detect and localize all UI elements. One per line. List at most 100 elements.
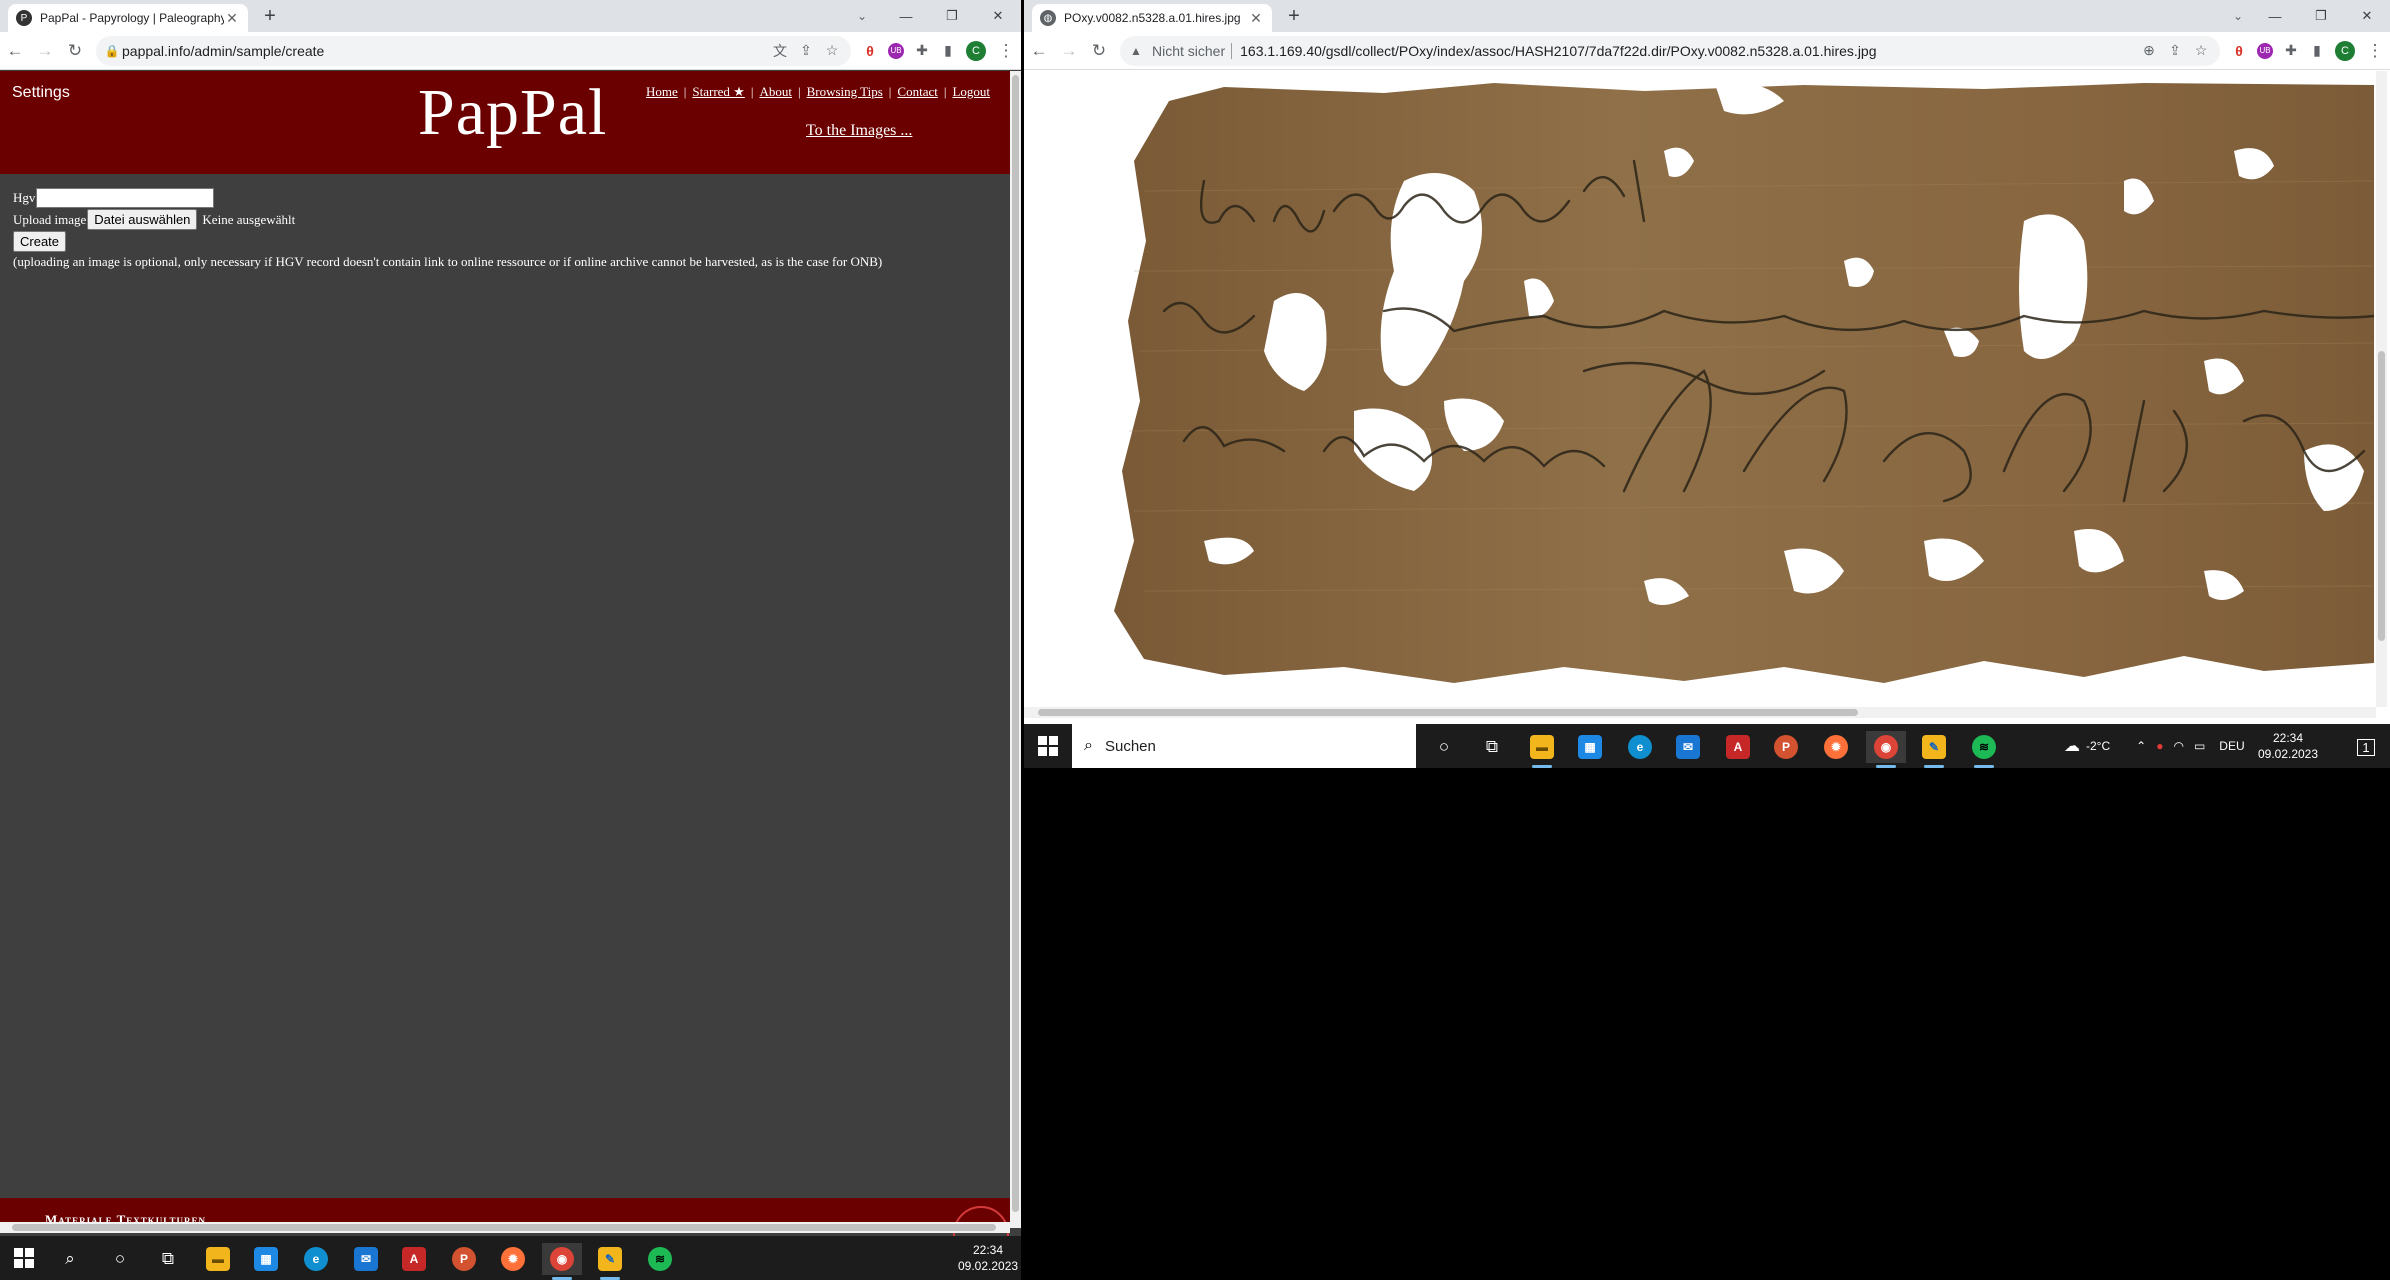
nav-starred[interactable]: Starred ★	[692, 84, 744, 99]
not-secure-label[interactable]: Nicht sicher	[1152, 43, 1225, 59]
nav-home[interactable]: Home	[646, 84, 678, 99]
vertical-scrollbar-thumb[interactable]	[1012, 75, 1019, 1212]
tab-search-right-chevron-icon[interactable]: ⌄	[2228, 6, 2248, 26]
notifications-icon[interactable]: 1	[2346, 731, 2386, 763]
nav-browsing-tips[interactable]: Browsing Tips	[807, 84, 883, 99]
weather-temp[interactable]: -2°C	[2086, 739, 2110, 753]
task-view-icon[interactable]: ⧉	[148, 1243, 188, 1275]
minimize-right-button[interactable]: —	[2252, 0, 2298, 32]
wifi-icon[interactable]: ◠	[2173, 739, 2183, 753]
profile-avatar-right[interactable]: C	[2335, 40, 2355, 61]
chrome-right-icon[interactable]: ◉	[1866, 731, 1906, 768]
start-windows-icon[interactable]	[14, 1248, 34, 1268]
task-view-right-icon[interactable]: ⧉	[1472, 731, 1512, 763]
spotify-icon[interactable]: ≋	[640, 1243, 680, 1275]
clock-left[interactable]: 22:34 09.02.2023	[958, 1242, 1018, 1274]
new-tab-button[interactable]: +	[258, 5, 282, 29]
tab-pappal[interactable]: P PapPal - Papyrology | Paleography ✕	[8, 4, 248, 32]
choose-file-button[interactable]: Datei auswählen	[87, 209, 198, 230]
reload-button[interactable]: ↻	[60, 36, 90, 66]
search-icon[interactable]: ⌕	[50, 1243, 90, 1275]
mail-icon[interactable]: ✉	[346, 1243, 386, 1275]
forward-right-button[interactable]: →	[1054, 36, 1084, 66]
restore-button[interactable]: ❐	[929, 0, 975, 32]
language-indicator[interactable]: DEU	[2219, 739, 2244, 753]
cortana-circle-icon[interactable]: ○	[100, 1243, 140, 1275]
tab-search-chevron-icon[interactable]: ⌄	[852, 6, 872, 26]
clock-right[interactable]: 22:34 09.02.2023	[2250, 730, 2326, 762]
firefox-icon[interactable]: ✹	[493, 1243, 533, 1275]
extension-purple-right-icon[interactable]: UB	[2252, 36, 2278, 66]
address-bar-right[interactable]: ▲ Nicht sicher 163.1.169.40/gsdl/collect…	[1120, 35, 2220, 66]
address-bar[interactable]: 🔒 pappal.info/admin/sample/create 文 ⇪ ☆	[96, 35, 851, 66]
restore-right-button[interactable]: ❐	[2298, 0, 2344, 32]
extension-purple-icon[interactable]: UB	[883, 36, 909, 66]
extensions-puzzle-right-icon[interactable]: ✚	[2278, 36, 2304, 66]
spotify-right-icon[interactable]: ≋	[1964, 731, 2004, 768]
file-explorer-icon[interactable]: ▬	[198, 1243, 238, 1275]
horizontal-scrollbar-thumb[interactable]	[12, 1224, 996, 1231]
extension-red-icon[interactable]: θ	[857, 36, 883, 66]
zoom-icon[interactable]: ⊕	[2136, 42, 2162, 59]
firefox-right-icon[interactable]: ✹	[1816, 731, 1856, 763]
side-panel-icon[interactable]: ▮	[935, 36, 961, 66]
tab-papyrus-image[interactable]: ◍ POxy.v0082.n5328.a.01.hires.jpg ✕	[1032, 4, 1272, 32]
powerpoint-icon[interactable]: P	[444, 1243, 484, 1275]
reload-right-button[interactable]: ↻	[1084, 36, 1114, 66]
translate-icon[interactable]: 文	[767, 41, 793, 61]
menu-kebab-icon[interactable]: ⋮	[991, 36, 1021, 66]
tray-chevron-up-icon[interactable]: ⌃	[2136, 739, 2146, 753]
back-right-button[interactable]: ←	[1024, 36, 1054, 66]
bookmark-star-icon[interactable]: ☆	[819, 42, 845, 59]
notes-app-icon[interactable]: ✎	[590, 1243, 630, 1280]
share-icon[interactable]: ⇪	[793, 42, 819, 59]
tray-app-icon[interactable]: ●	[2156, 739, 2163, 753]
close-window-right-button[interactable]: ✕	[2344, 0, 2390, 32]
start-windows-right-icon[interactable]	[1038, 736, 1058, 756]
battery-icon[interactable]: ▭	[2194, 739, 2205, 753]
powerpoint-right-icon[interactable]: P	[1766, 731, 1806, 763]
back-button[interactable]: ←	[0, 36, 30, 66]
nav-about[interactable]: About	[759, 84, 792, 99]
nav-contact[interactable]: Contact	[897, 84, 937, 99]
horizontal-scrollbar-right-thumb[interactable]	[1038, 709, 1858, 716]
vertical-scrollbar-right[interactable]	[2376, 71, 2387, 707]
taskbar-search-box[interactable]: ⌕ Suchen	[1072, 724, 1416, 768]
forward-button[interactable]: →	[30, 36, 60, 66]
close-tab-icon[interactable]: ✕	[224, 10, 240, 27]
share-right-icon[interactable]: ⇪	[2162, 42, 2188, 59]
lock-icon[interactable]: 🔒	[102, 44, 122, 58]
profile-avatar[interactable]: C	[966, 40, 986, 61]
side-panel-right-icon[interactable]: ▮	[2304, 36, 2330, 66]
weather-cloud-icon[interactable]: ☁	[2064, 736, 2080, 756]
pappal-logo[interactable]: PapPal	[418, 75, 607, 151]
edge-icon[interactable]: e	[296, 1243, 336, 1275]
acrobat-right-icon[interactable]: A	[1718, 731, 1758, 763]
file-explorer-right-icon[interactable]: ▬	[1522, 731, 1562, 768]
notes-app-right-icon[interactable]: ✎	[1914, 731, 1954, 768]
papyrus-image[interactable]	[1024, 71, 2374, 707]
chrome-icon[interactable]: ◉	[542, 1243, 582, 1280]
to-images-link[interactable]: To the Images ...	[806, 122, 912, 140]
close-tab-right-icon[interactable]: ✕	[1248, 10, 1264, 27]
mail-right-icon[interactable]: ✉	[1668, 731, 1708, 763]
acrobat-icon[interactable]: A	[394, 1243, 434, 1275]
minimize-button[interactable]: —	[883, 0, 929, 32]
edge-right-icon[interactable]: e	[1620, 731, 1660, 763]
url-text[interactable]: pappal.info/admin/sample/create	[122, 43, 767, 59]
url-text-right[interactable]: 163.1.169.40/gsdl/collect/POxy/index/ass…	[1240, 43, 2136, 59]
settings-link[interactable]: Settings	[12, 84, 70, 102]
extension-red-right-icon[interactable]: θ	[2226, 36, 2252, 66]
nav-logout[interactable]: Logout	[952, 84, 990, 99]
vertical-scrollbar[interactable]	[1010, 71, 1021, 1228]
store-icon[interactable]: ▦	[246, 1243, 286, 1275]
horizontal-scrollbar-right[interactable]	[1024, 707, 2376, 718]
cortana-circle-right-icon[interactable]: ○	[1424, 731, 1464, 763]
vertical-scrollbar-right-thumb[interactable]	[2378, 351, 2385, 641]
new-tab-right-button[interactable]: +	[1282, 5, 1306, 29]
close-window-button[interactable]: ✕	[975, 0, 1021, 32]
store-right-icon[interactable]: ▦	[1570, 731, 1610, 763]
bookmark-star-right-icon[interactable]: ☆	[2188, 42, 2214, 59]
hgv-input[interactable]	[36, 187, 215, 208]
horizontal-scrollbar[interactable]	[0, 1222, 1010, 1233]
